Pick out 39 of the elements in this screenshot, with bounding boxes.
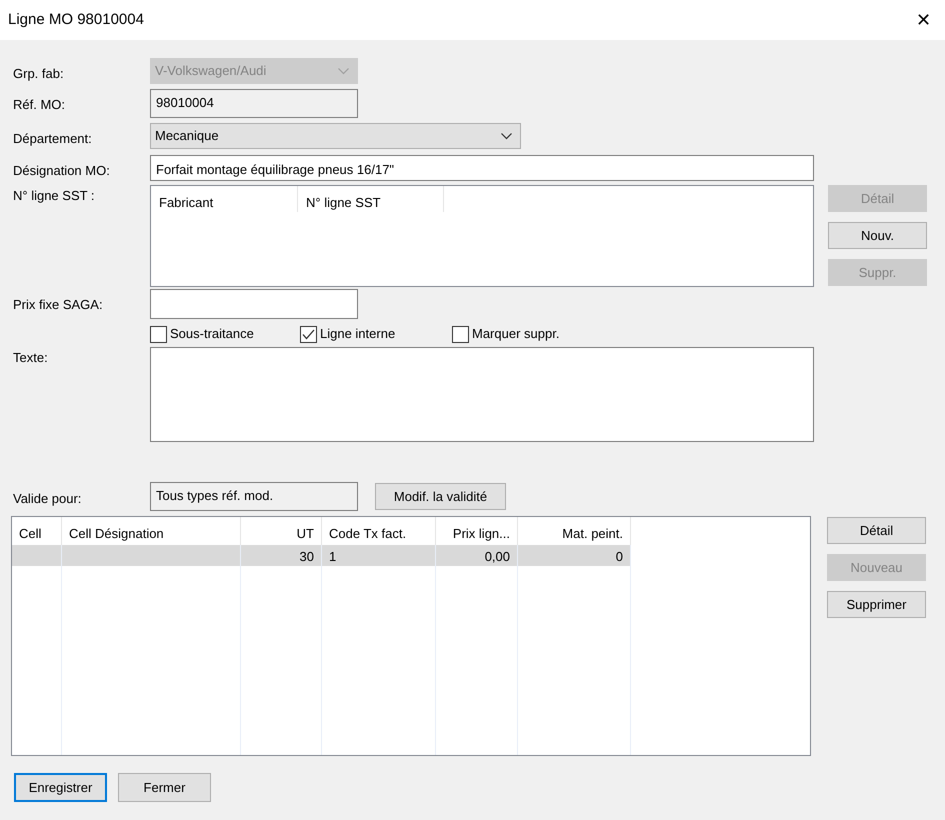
modify-validity-button[interactable]: Modif. la validité: [375, 483, 506, 510]
field-label: Valide pour:: [13, 490, 82, 508]
checkbox-label: Marquer suppr.: [472, 325, 560, 344]
button[interactable]: Supprimer: [827, 591, 926, 618]
field-label: Réf. MO:: [13, 96, 66, 114]
field-label: Département:: [13, 130, 93, 148]
table-cell: 0,00: [436, 545, 518, 566]
chevron-down-icon: [501, 132, 512, 140]
field-label: Grp. fab:: [13, 65, 65, 83]
field-label: Prix fixe SAGA:: [13, 296, 104, 314]
close-button[interactable]: ✕: [916, 11, 931, 29]
checkbox[interactable]: [150, 326, 167, 342]
column-header[interactable]: N° ligne SST: [298, 186, 444, 212]
text-area[interactable]: [150, 347, 814, 442]
button[interactable]: Nouv.: [828, 222, 927, 249]
dropdown[interactable]: Mecanique: [150, 123, 521, 149]
table-cell: 1: [322, 545, 436, 566]
list-view[interactable]: Fabricant N° ligne SST: [150, 185, 814, 287]
window-title: Ligne MO 98010004: [8, 10, 144, 30]
checkbox-label: Sous-traitance: [170, 325, 254, 344]
data-grid[interactable]: Cell Cell Désignation UT Code Tx fact. Prix lign... Mat. peint. 30 1 0,00 0: [11, 516, 811, 756]
field-label: Désignation MO:: [13, 162, 111, 180]
checkbox[interactable]: [452, 326, 469, 342]
button[interactable]: Détail: [827, 517, 926, 544]
checkbox-label: Ligne interne: [320, 325, 396, 344]
readonly-field: Tous types réf. mod.: [150, 482, 358, 511]
field-label: Texte:: [13, 349, 49, 367]
input-field[interactable]: Forfait montage équilibrage pneus 16/17": [150, 155, 814, 181]
table-cell: 30: [241, 545, 322, 566]
input-field[interactable]: 98010004: [150, 89, 358, 118]
input-field[interactable]: [150, 289, 358, 319]
column-header[interactable]: Fabricant: [151, 186, 298, 212]
table-row[interactable]: 30 1 0,00 0: [12, 545, 630, 566]
button[interactable]: Enregistrer: [14, 773, 107, 802]
chevron-down-icon: [338, 68, 349, 74]
table-cell: 0: [518, 545, 631, 566]
field-label: N° ligne SST :: [13, 187, 96, 205]
button[interactable]: Fermer: [118, 773, 211, 802]
checkbox[interactable]: [300, 326, 317, 342]
